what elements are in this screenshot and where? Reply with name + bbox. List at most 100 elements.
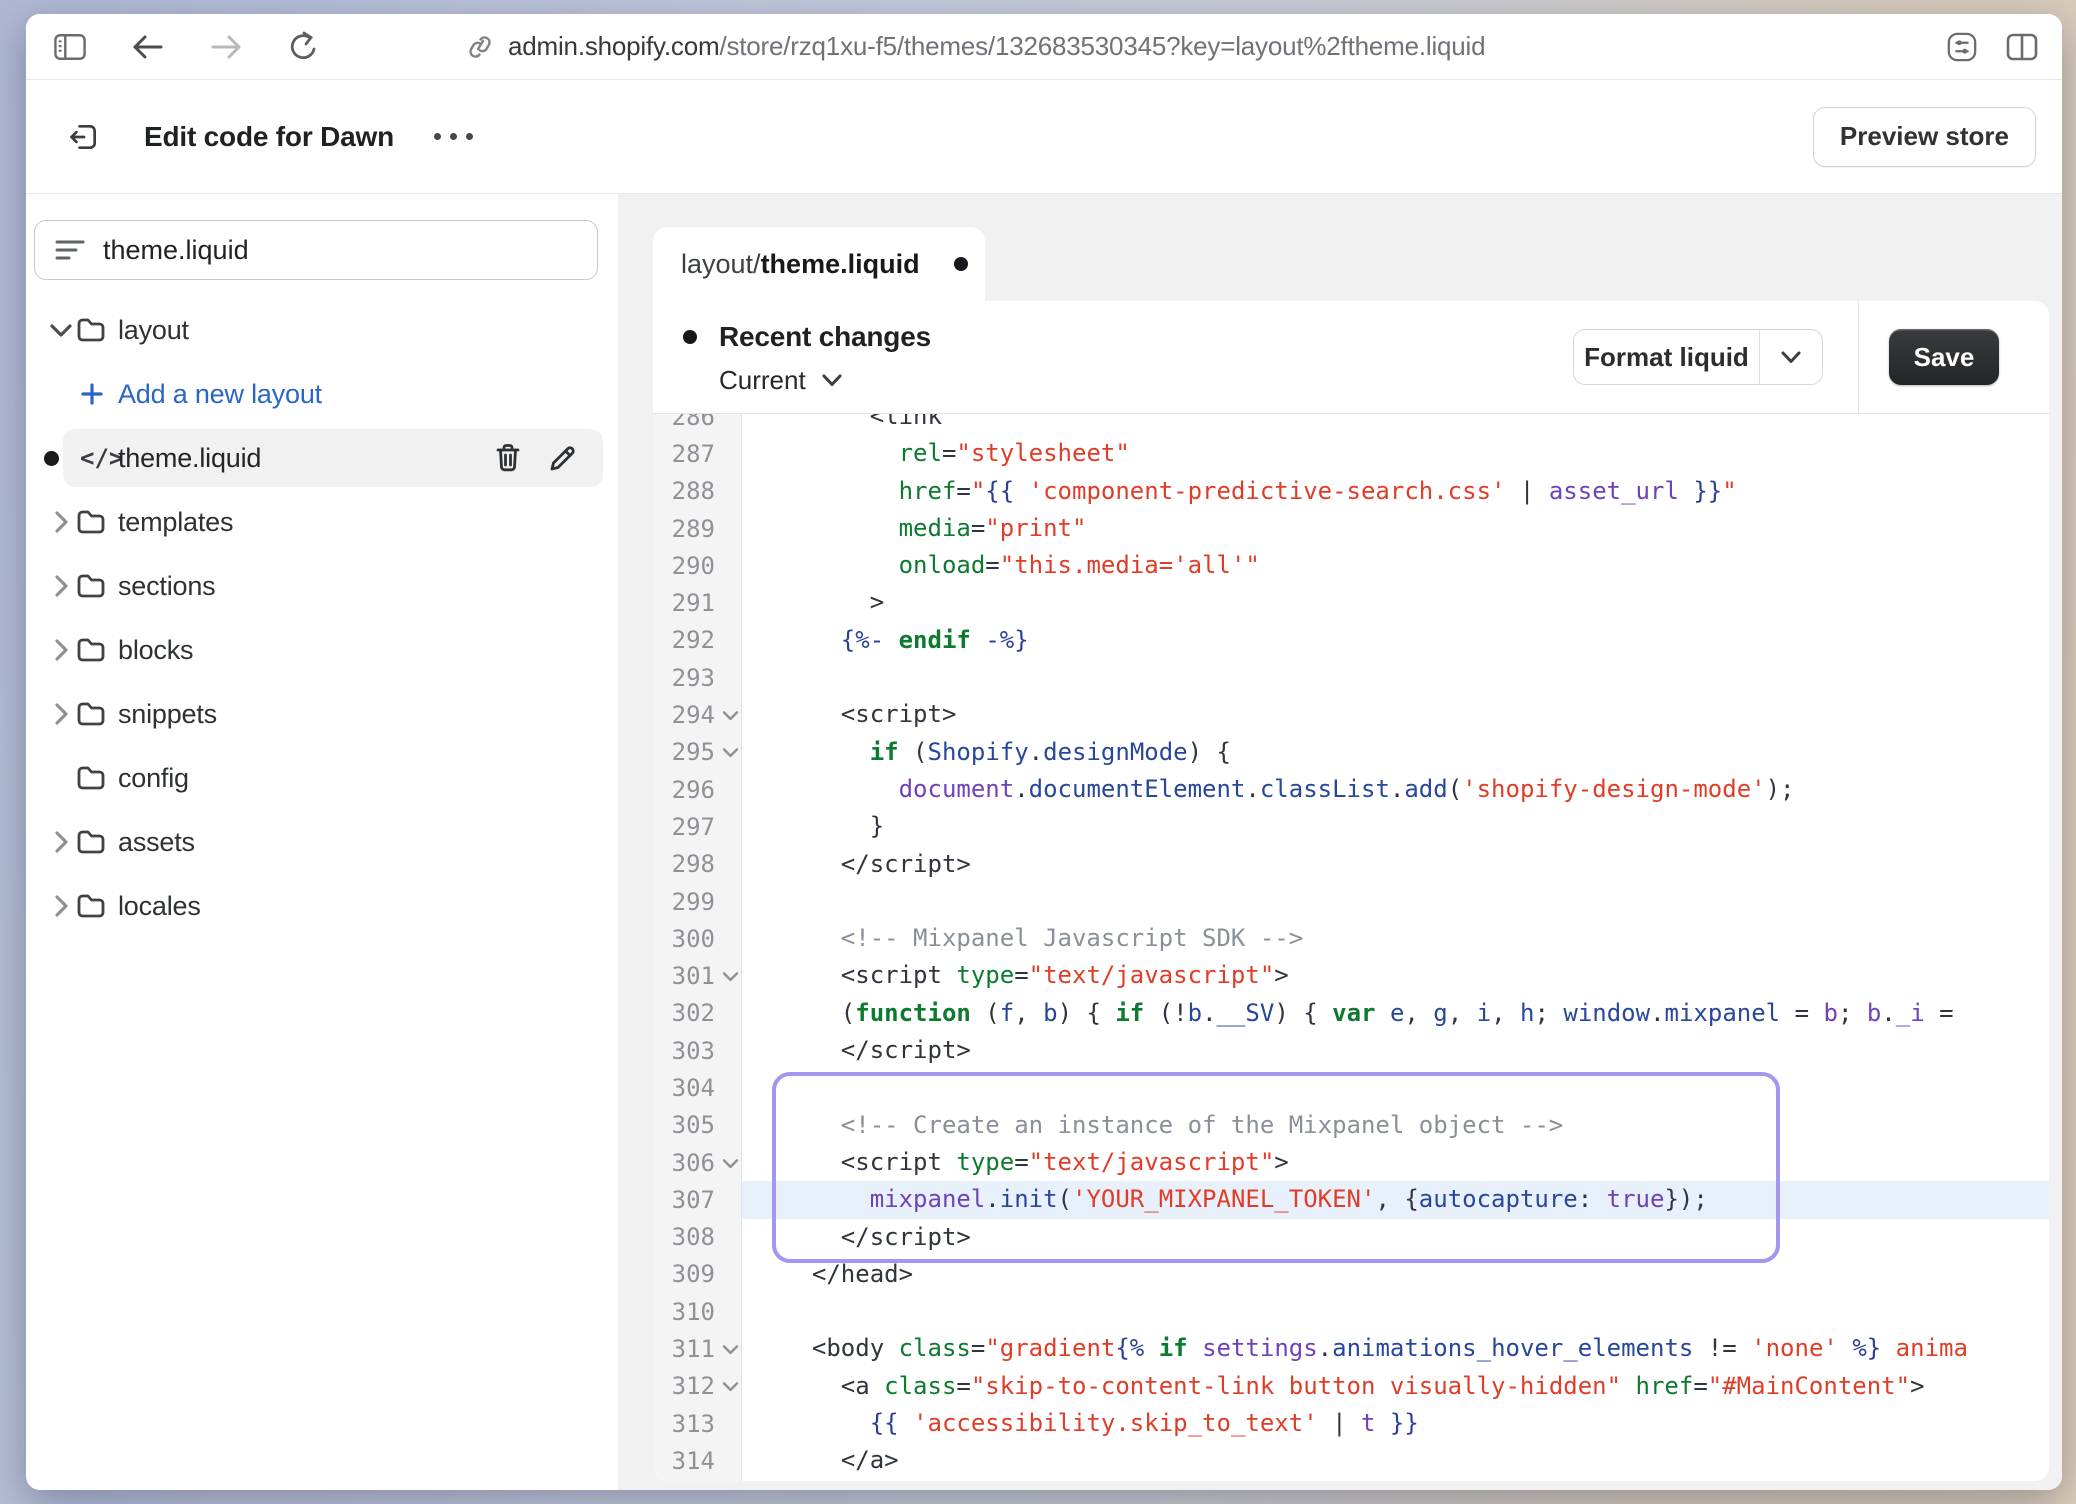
format-liquid-button[interactable]: Format liquid (1573, 329, 1823, 385)
folder-icon (76, 893, 106, 919)
rename-file-icon[interactable] (548, 443, 578, 473)
folder-icon (76, 701, 106, 727)
sidebar-item-blocks[interactable]: blocks (26, 618, 618, 682)
split-view-icon[interactable] (2000, 25, 2044, 69)
link-icon (466, 33, 494, 61)
sidebar-item-layout[interactable]: layout (26, 298, 618, 362)
fold-chevron-icon[interactable] (722, 1158, 739, 1169)
reload-icon[interactable] (282, 25, 326, 69)
forward-icon[interactable] (204, 25, 248, 69)
recent-changes-label: Recent changes (719, 321, 931, 353)
fold-chevron-icon[interactable] (722, 1382, 739, 1393)
sidebar-item-theme-liquid[interactable]: </>theme.liquid (26, 426, 618, 490)
code-line-298: </script> (742, 846, 2049, 883)
sidebar-item-snippets[interactable]: snippets (26, 682, 618, 746)
line-number: 307 (653, 1181, 741, 1218)
code-line-300: <!-- Mixpanel Javascript SDK --> (742, 920, 2049, 957)
version-dropdown[interactable]: Current (719, 365, 842, 396)
code-line-301: <script type="text/javascript"> (742, 957, 2049, 994)
code-editor[interactable]: 2862872882892902912922932942952962972982… (653, 414, 2049, 1481)
code-line-292: {%- endif -%} (742, 622, 2049, 659)
file-search-input[interactable]: theme.liquid (34, 220, 598, 280)
line-number: 306 (653, 1144, 741, 1181)
code-file-icon: </> (80, 444, 123, 472)
folder-label: snippets (118, 699, 217, 730)
fold-chevron-icon[interactable] (722, 710, 739, 721)
add-new-layout-button[interactable]: Add a new layout (26, 362, 618, 426)
code-line-303: </script> (742, 1032, 2049, 1069)
recent-changes-dot (683, 330, 697, 344)
line-number: 313 (653, 1405, 741, 1442)
sidebar-item-config[interactable]: config (26, 746, 618, 810)
editor-toolbar: Recent changes Current Format liquid Sav… (653, 301, 2049, 414)
line-number: 308 (653, 1219, 741, 1256)
line-number: 288 (653, 473, 741, 510)
chevron-down-icon[interactable] (48, 323, 74, 338)
code-line-288: href="{{ 'component-predictive-search.cs… (742, 473, 2049, 510)
more-actions-icon[interactable] (434, 133, 473, 140)
line-number: 286 (653, 414, 741, 435)
line-number: 300 (653, 920, 741, 957)
fold-chevron-icon[interactable] (722, 1344, 739, 1355)
line-number: 287 (653, 435, 741, 472)
line-number: 292 (653, 622, 741, 659)
chevron-right-icon[interactable] (48, 638, 74, 662)
format-liquid-dropdown[interactable] (1759, 330, 1822, 384)
code-line-310 (742, 1293, 2049, 1330)
folder-label: sections (118, 571, 215, 602)
line-number: 293 (653, 659, 741, 696)
chevron-right-icon[interactable] (48, 510, 74, 534)
browser-window: admin.shopify.com/store/rzq1xu-f5/themes… (26, 14, 2062, 1490)
folder-label: config (118, 763, 189, 794)
line-number: 302 (653, 995, 741, 1032)
folder-label: blocks (118, 635, 193, 666)
line-number-gutter: 2862872882892902912922932942952962972982… (653, 414, 742, 1481)
sidebar-toggle-icon[interactable] (48, 25, 92, 69)
code-line-311: <body class="gradient{% if settings.anim… (742, 1330, 2049, 1367)
line-number: 305 (653, 1107, 741, 1144)
extensions-icon[interactable] (1940, 25, 1984, 69)
line-number: 311 (653, 1330, 741, 1367)
code-line-302: (function (f, b) { if (!b.__SV) { var e,… (742, 995, 2049, 1032)
plus-icon (80, 382, 104, 406)
sidebar-item-locales[interactable]: locales (26, 874, 618, 938)
add-layout-label: Add a new layout (118, 379, 322, 410)
code-line-313: {{ 'accessibility.skip_to_text' | t }} (742, 1405, 2049, 1442)
unsaved-dot (44, 451, 59, 466)
back-icon[interactable] (126, 25, 170, 69)
delete-file-icon[interactable] (494, 443, 522, 473)
save-button[interactable]: Save (1889, 329, 1999, 385)
page-title: Edit code for Dawn (144, 121, 394, 153)
sidebar-item-templates[interactable]: templates (26, 490, 618, 554)
code-line-297: } (742, 808, 2049, 845)
line-number: 303 (653, 1032, 741, 1069)
fold-chevron-icon[interactable] (722, 748, 739, 759)
folder-icon (76, 765, 106, 791)
chevron-right-icon[interactable] (48, 894, 74, 918)
sidebar-item-sections[interactable]: sections (26, 554, 618, 618)
line-number: 295 (653, 734, 741, 771)
folder-icon (76, 573, 106, 599)
chevron-right-icon[interactable] (48, 702, 74, 726)
exit-code-editor-icon[interactable] (62, 115, 106, 159)
line-number: 314 (653, 1442, 741, 1479)
unsaved-dot (954, 257, 968, 271)
fold-chevron-icon[interactable] (722, 971, 739, 982)
line-number: 289 (653, 510, 741, 547)
file-label: theme.liquid (118, 443, 261, 474)
chevron-right-icon[interactable] (48, 574, 74, 598)
chevron-right-icon[interactable] (48, 830, 74, 854)
editor-panel: layout/theme.liquid Recent changes Curre… (618, 194, 2062, 1490)
line-number: 291 (653, 584, 741, 621)
folder-icon (76, 829, 106, 855)
tab-theme-liquid[interactable]: layout/theme.liquid (653, 227, 985, 301)
preview-store-button[interactable]: Preview store (1813, 107, 2036, 167)
folder-label: locales (118, 891, 201, 922)
line-number: 312 (653, 1368, 741, 1405)
chevron-down-icon (822, 374, 842, 387)
line-number: 298 (653, 846, 741, 883)
address-bar[interactable]: admin.shopify.com/store/rzq1xu-f5/themes… (466, 14, 1485, 79)
sidebar-item-assets[interactable]: assets (26, 810, 618, 874)
line-number: 290 (653, 547, 741, 584)
code-line-289: media="print" (742, 510, 2049, 547)
